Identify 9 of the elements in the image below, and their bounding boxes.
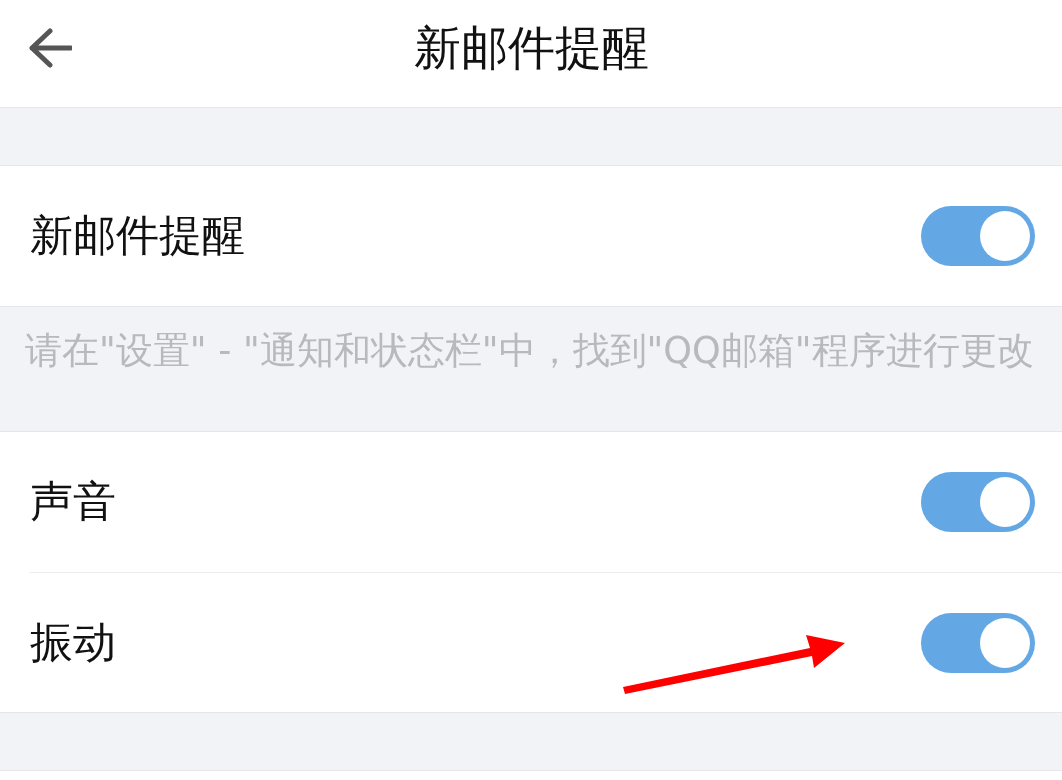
setting-label: 振动 [30, 616, 116, 669]
hint-text: 请在"设置" - "通知和状态栏"中，找到"QQ邮箱"程序进行更改 [25, 329, 1034, 372]
page-title: 新邮件提醒 [413, 21, 649, 74]
back-button[interactable] [26, 26, 74, 70]
back-arrow-icon [28, 28, 72, 68]
toggle-switch[interactable] [921, 472, 1035, 532]
setting-label: 新邮件提醒 [30, 210, 245, 262]
setting-label: 声音 [30, 476, 116, 528]
toggle-switch[interactable] [921, 206, 1035, 266]
